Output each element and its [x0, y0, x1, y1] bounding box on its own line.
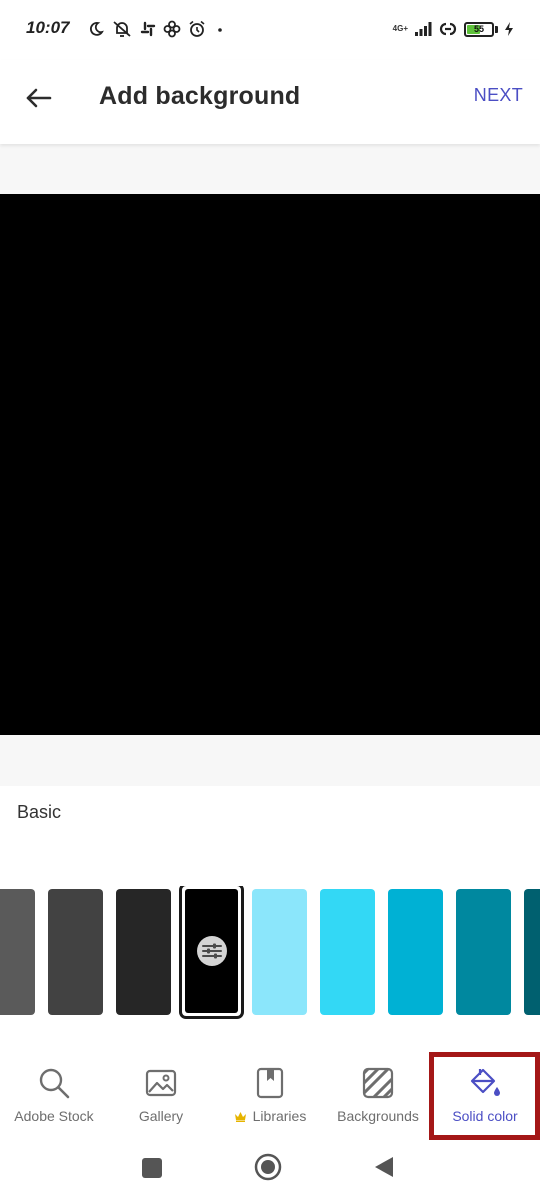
- battery-icon: 55: [464, 21, 494, 37]
- color-swatch-selected[interactable]: [179, 886, 244, 1019]
- color-swatch[interactable]: [456, 889, 511, 1015]
- solid-color-highlight-box: [429, 1052, 540, 1140]
- back-button[interactable]: [18, 77, 60, 119]
- page-title: Add background: [99, 82, 301, 110]
- selected-swatch-fill: [185, 889, 238, 1013]
- nav-label-adobe-stock: Adobe Stock: [14, 1108, 94, 1124]
- status-bar: 10:07 4G+ 55: [0, 0, 540, 60]
- search-icon: [39, 1068, 70, 1099]
- link-icon: [439, 22, 457, 36]
- game-icon: [163, 20, 181, 38]
- system-nav-bar: [0, 1142, 540, 1192]
- image-icon: [145, 1069, 177, 1097]
- battery-tip: [495, 25, 498, 33]
- crown-icon: [234, 1111, 246, 1122]
- color-swatch[interactable]: [388, 889, 443, 1015]
- nav-item-libraries[interactable]: Libraries: [224, 1052, 316, 1132]
- app-bar: Add background NEXT: [0, 60, 540, 144]
- arrow-left-icon: [26, 88, 52, 108]
- color-swatch[interactable]: [116, 889, 171, 1015]
- signal-icon: [415, 22, 432, 36]
- next-button[interactable]: NEXT: [474, 85, 523, 106]
- color-swatch[interactable]: [524, 889, 540, 1015]
- slack-icon: [140, 21, 156, 37]
- pattern-icon: [362, 1067, 394, 1099]
- adjust-sliders-icon[interactable]: [196, 936, 227, 966]
- canvas-preview-area: [0, 144, 540, 786]
- nav-item-gallery[interactable]: Gallery: [115, 1052, 207, 1132]
- color-swatch[interactable]: [252, 889, 307, 1015]
- color-swatch[interactable]: [320, 889, 375, 1015]
- color-panel: Basic Adobe Stock Gallery Libraries Back…: [0, 786, 540, 1200]
- library-icon: [256, 1067, 284, 1099]
- nav-label-gallery: Gallery: [138, 1108, 184, 1124]
- battery-level: 55: [473, 23, 484, 34]
- back-triangle-icon[interactable]: [373, 1155, 395, 1184]
- charging-icon: [505, 22, 513, 36]
- section-label-basic: Basic: [17, 802, 62, 822]
- nav-label-backgrounds: Backgrounds: [337, 1108, 419, 1124]
- background-preview: [0, 194, 540, 735]
- dot-icon: [218, 28, 222, 32]
- color-swatch[interactable]: [48, 889, 103, 1015]
- status-system-icons: 4G+ 55: [393, 18, 514, 40]
- color-swatch-row[interactable]: [0, 886, 540, 1020]
- muted-vibrate-icon: [113, 21, 131, 37]
- moon-icon: [89, 22, 104, 36]
- alarm-icon: [189, 20, 205, 37]
- bottom-nav: Adobe Stock Gallery Libraries Background…: [0, 1052, 540, 1140]
- network-type-label: 4G+: [392, 24, 408, 33]
- nav-item-backgrounds[interactable]: Backgrounds: [332, 1052, 424, 1132]
- nav-item-adobe-stock[interactable]: Adobe Stock: [5, 1052, 103, 1132]
- color-swatch[interactable]: [0, 889, 35, 1015]
- status-notification-icons: [88, 18, 227, 40]
- home-circle-icon[interactable]: [254, 1153, 282, 1186]
- status-time: 10:07: [26, 18, 70, 37]
- nav-label-libraries: Libraries: [252, 1108, 307, 1124]
- recents-square-icon[interactable]: [141, 1157, 163, 1184]
